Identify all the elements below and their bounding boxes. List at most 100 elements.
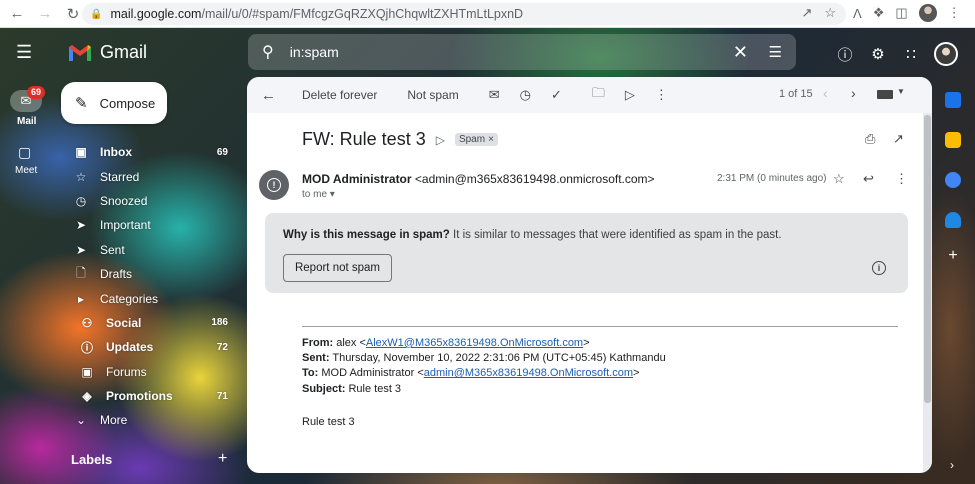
nav-item-starred[interactable]: ☆ Starred — [62, 164, 242, 188]
from-close: > — [583, 337, 590, 349]
subject-value: Rule test 3 — [345, 382, 402, 395]
nav-item-inbox[interactable]: ▣ Inbox 69 — [62, 140, 242, 164]
nav-item-drafts[interactable]: 🗋 Drafts — [62, 262, 242, 286]
not-spam-button[interactable]: Not spam — [407, 88, 458, 102]
forwarded-headers: From: alex <AlexW1@M365x83619498.OnMicro… — [302, 336, 666, 397]
draft-icon: 🗋 — [76, 265, 86, 280]
nav-label: Important — [100, 218, 151, 233]
search-icon[interactable]: ⚲ — [262, 42, 274, 62]
to-me-label: to me — [302, 189, 328, 200]
remove-label-icon[interactable]: × — [488, 134, 494, 145]
sender-avatar[interactable]: ! — [259, 170, 289, 200]
forward-icon[interactable]: → — [34, 3, 56, 25]
side-panel-icon[interactable]: ◫ — [895, 5, 907, 21]
report-not-spam-button[interactable]: Report not spam — [283, 254, 392, 282]
add-to-tasks-icon[interactable]: ✓ — [551, 87, 562, 103]
star-icon[interactable]: ☆ — [833, 171, 845, 187]
extension-a-icon[interactable]: Λ — [853, 6, 862, 21]
message-body: Rule test 3 — [302, 416, 355, 428]
nav-item-sent[interactable]: ➤ Sent — [62, 238, 242, 262]
message-time: 2:31 PM (0 minutes ago) — [717, 173, 827, 184]
open-new-window-icon[interactable]: ↗ — [893, 131, 904, 147]
nav-label: Snoozed — [100, 193, 148, 208]
forward-divider — [302, 326, 898, 327]
compose-button[interactable]: ✎ Compose — [61, 82, 167, 124]
tasks-icon[interactable] — [945, 172, 961, 188]
nav-item-snoozed[interactable]: ◷ Snoozed — [62, 189, 242, 213]
scrollbar-thumb[interactable] — [924, 115, 931, 403]
info-circle-icon: ⓘ — [80, 340, 93, 355]
older-chevron-icon[interactable]: › — [851, 85, 856, 101]
address-bar[interactable]: 🔒 mail.google.com/mail/u/0/#spam/FMfcgzG… — [82, 3, 846, 25]
rail-meet-icon[interactable]: ▢ — [18, 144, 31, 161]
account-avatar[interactable] — [934, 42, 958, 66]
reload-icon[interactable]: ↻ — [62, 3, 84, 25]
search-bar: ⚲ ✕ ☰ — [248, 34, 796, 70]
nav-item-promotions[interactable]: ◈ Promotions 71 — [62, 384, 242, 408]
browser-menu-icon[interactable]: ⋮ — [948, 5, 961, 21]
sent-label: Sent: — [302, 352, 330, 365]
hide-side-panel-icon[interactable]: › — [950, 458, 954, 472]
puzzle-icon[interactable]: ❖ — [873, 5, 885, 21]
lock-icon: 🔒 — [90, 8, 103, 20]
label-as-icon[interactable]: ▷ — [625, 87, 635, 103]
more-actions-icon[interactable]: ⋮ — [655, 87, 668, 103]
newer-chevron-icon[interactable]: ‹ — [823, 85, 828, 101]
get-addons-icon[interactable]: + — [945, 248, 961, 264]
more-options-icon[interactable]: ⋮ — [895, 171, 908, 187]
gmail-logo[interactable]: Gmail — [68, 42, 147, 63]
info-icon[interactable]: i — [872, 261, 886, 275]
tag-icon: ◈ — [82, 389, 92, 404]
back-to-list-icon[interactable]: ← — [261, 87, 276, 104]
delete-forever-button[interactable]: Delete forever — [302, 88, 377, 102]
nav-item-categories[interactable]: ▸ Categories — [62, 286, 242, 310]
sender-name[interactable]: MOD Administrator — [302, 172, 412, 186]
back-icon[interactable]: ← — [6, 3, 28, 25]
caret-down-icon[interactable]: ▼ — [897, 87, 905, 96]
keep-icon[interactable] — [945, 132, 961, 148]
nav-item-forums[interactable]: ▣ Forums — [62, 360, 242, 384]
nav-label: Promotions — [106, 389, 173, 404]
help-icon[interactable]: ⓘ — [835, 44, 855, 64]
gmail-wordmark: Gmail — [100, 42, 148, 62]
bookmark-star-icon[interactable]: ☆ — [824, 5, 836, 21]
add-label-icon[interactable]: + — [218, 450, 227, 468]
url-path: /mail/u/0/#spam/FMfcgzGqRZXQjhChqwltZXHT… — [201, 7, 524, 21]
nav-count: 71 — [216, 390, 228, 402]
nav-item-more[interactable]: ⌄ More — [62, 408, 242, 432]
subject-label: Subject: — [302, 382, 346, 395]
settings-gear-icon[interactable]: ⚙ — [868, 44, 888, 64]
search-options-icon[interactable]: ☰ — [769, 43, 782, 61]
nav-item-social[interactable]: ⚇ Social 186 — [62, 311, 242, 335]
nav-label: Social — [106, 315, 142, 330]
share-icon[interactable]: ↗ — [801, 5, 812, 21]
browser-profile-avatar[interactable] — [918, 4, 937, 22]
mark-unread-icon[interactable]: ✉ — [489, 87, 500, 103]
from-label: From: — [302, 337, 334, 349]
forum-icon: ▣ — [81, 364, 93, 379]
reply-icon[interactable]: ↩ — [863, 171, 874, 187]
message-subject: FW: Rule test 3 — [302, 129, 426, 149]
print-icon[interactable]: ⎙ — [865, 131, 875, 147]
nav-label: Updates — [106, 340, 154, 355]
recipient-details[interactable]: to me ▾ — [302, 189, 335, 200]
main-menu-icon[interactable]: ☰ — [16, 42, 36, 62]
pagination-count: 1 of 15 — [779, 88, 813, 100]
search-input[interactable] — [289, 44, 710, 60]
to-name: MOD Administrator < — [318, 367, 424, 380]
spam-chip-text: Spam — [458, 134, 486, 145]
apps-grid-icon[interactable]: ∷ — [901, 44, 921, 64]
from-email-link[interactable]: AlexW1@M365x83619498.OnMicrosoft.com — [366, 337, 583, 349]
input-tools-icon[interactable] — [877, 90, 893, 99]
importance-marker-icon[interactable]: ▷ — [436, 133, 445, 147]
contacts-icon[interactable] — [945, 212, 961, 228]
spam-warning-banner: Why is this message in spam? It is simil… — [265, 213, 908, 293]
nav-item-important[interactable]: ➤ Important — [62, 213, 242, 237]
to-email-link[interactable]: admin@M365x83619498.OnMicrosoft.com — [424, 367, 633, 379]
snooze-icon[interactable]: ◷ — [520, 87, 531, 103]
move-to-icon[interactable]: 🗀 — [592, 84, 605, 106]
calendar-icon[interactable] — [945, 92, 961, 108]
subject-line: Subject: Rule test 3 — [302, 382, 666, 397]
clear-search-icon[interactable]: ✕ — [733, 42, 748, 63]
nav-item-updates[interactable]: ⓘ Updates 72 — [62, 335, 242, 359]
